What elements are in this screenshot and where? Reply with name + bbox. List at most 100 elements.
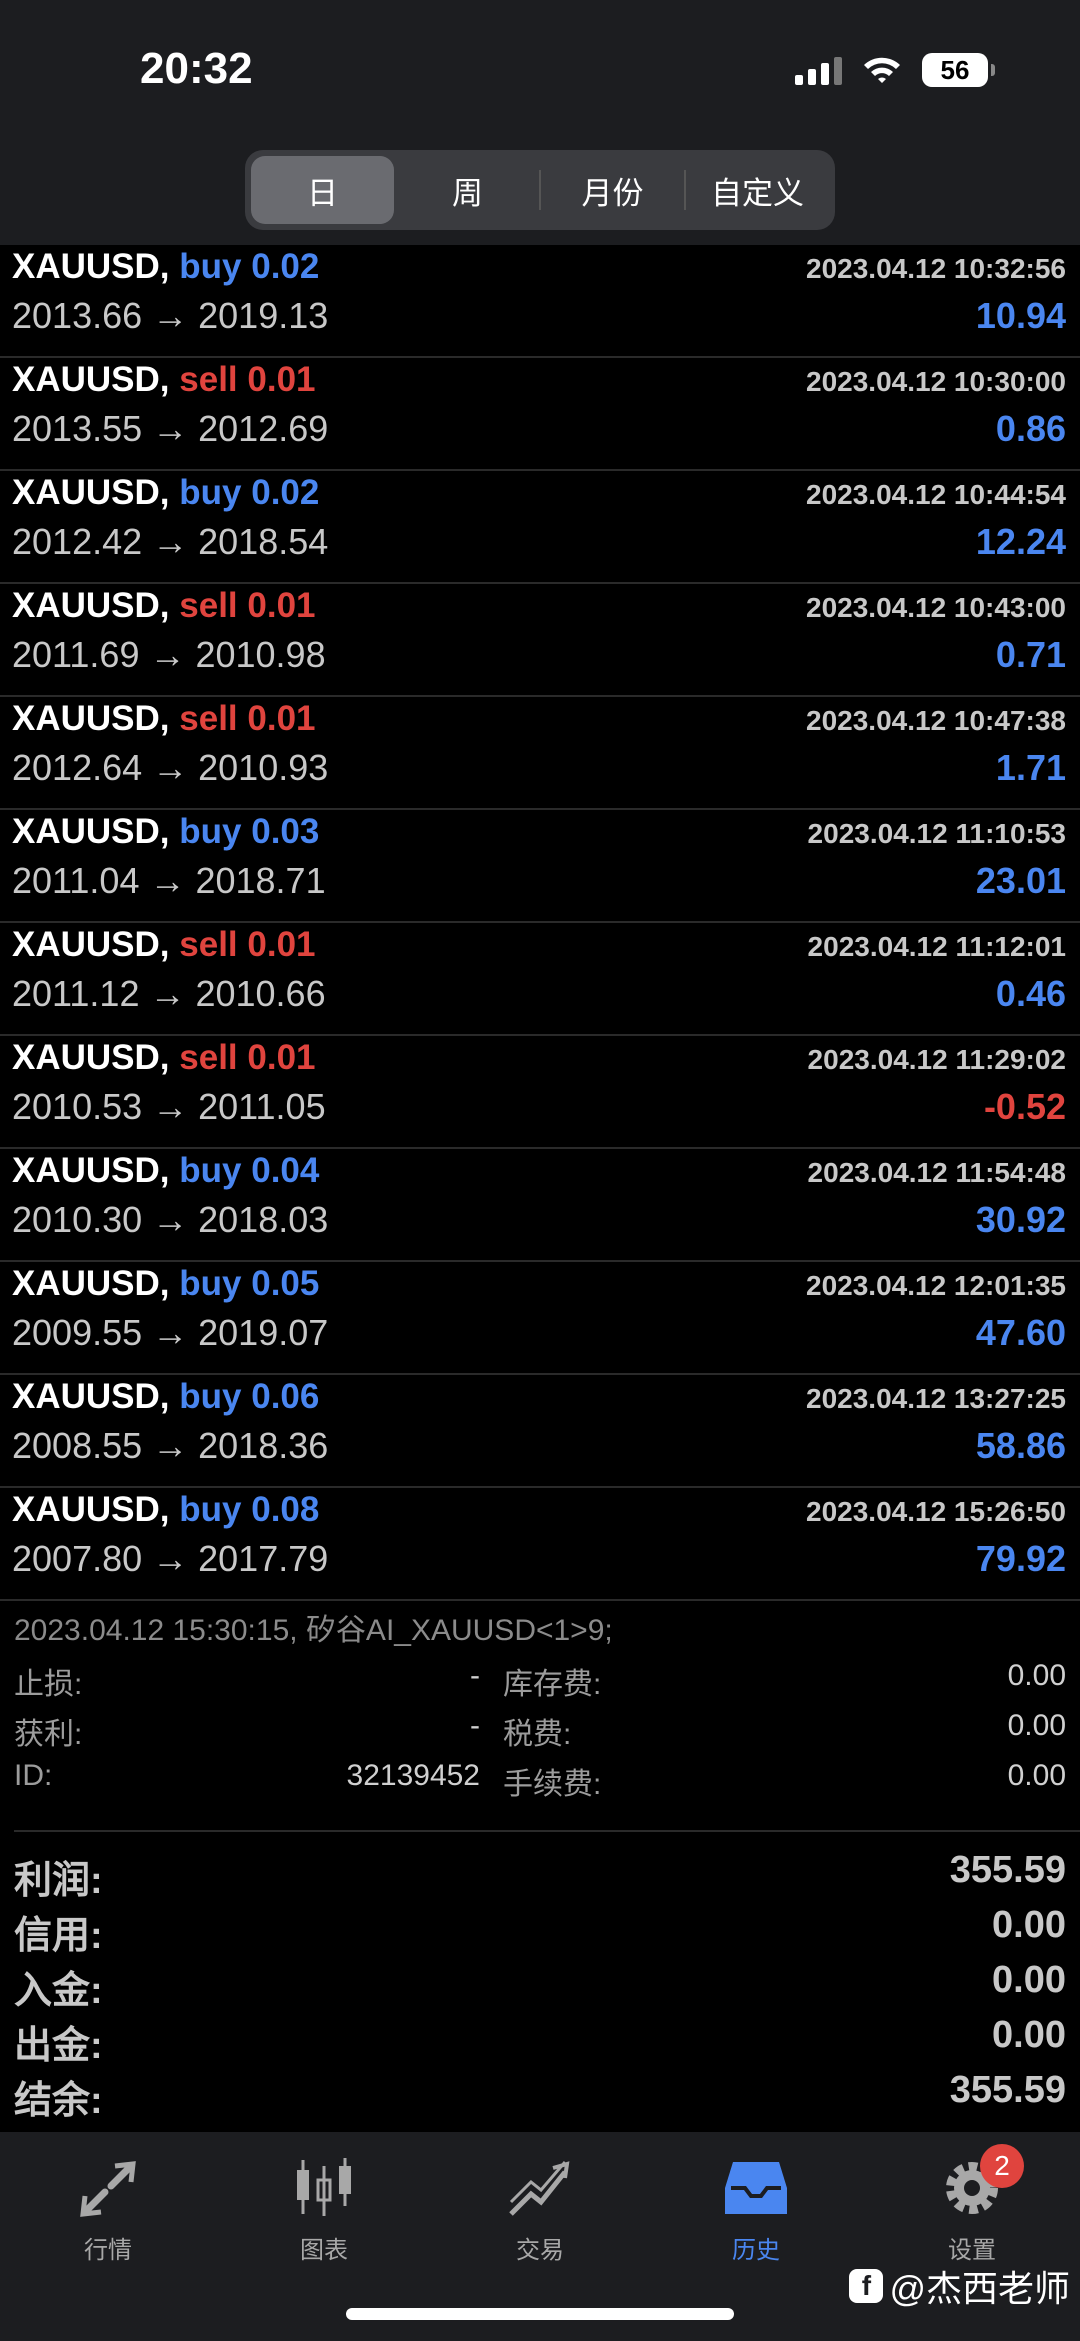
deal-volume: 0.04 <box>251 1151 320 1190</box>
deal-symbol: XAUUSD, <box>12 1151 170 1190</box>
deal-volume: 0.02 <box>251 247 320 286</box>
summary-label: 出金: <box>14 2025 103 2067</box>
deal-profit: 0.46 <box>995 973 1066 1014</box>
deal-prices: 2012.42 → 2018.54 <box>12 521 329 562</box>
deal-side: buy <box>179 473 242 512</box>
deal-prices: 2011.69 → 2010.98 <box>12 634 326 675</box>
deal-symbol: XAUUSD, <box>12 586 170 625</box>
summary-withdrawal: 出金: 0.00 <box>0 2010 1080 2067</box>
tab-chart[interactable]: 图表 <box>254 2150 394 2265</box>
deal-profit: 12.24 <box>975 521 1066 562</box>
deal-row[interactable]: XAUUSD, sell 0.01 2023.04.12 11:12:01 2011… <box>0 923 1080 1036</box>
summary-label: 入金: <box>14 1970 103 2012</box>
tab-history[interactable]: 历史 <box>686 2150 826 2265</box>
deal-volume: 0.08 <box>251 1490 320 1529</box>
account-summary: 利润: 355.59 信用: 0.00 入金: 0.00 出金: 0.00 结余: 355… <box>0 1845 1080 2122</box>
deal-row[interactable]: XAUUSD, sell 0.01 2023.04.12 10:43:00 2011… <box>0 584 1080 697</box>
deal-time: 2023.04.12 15:26:50 <box>806 1496 1066 1527</box>
deal-side: sell <box>179 586 238 625</box>
deal-title: XAUUSD, buy 0.02 <box>12 473 319 513</box>
tab-settings[interactable]: 2 设置 <box>902 2144 1042 2265</box>
history-inbox-icon <box>725 2162 787 2214</box>
summary-label: 信用: <box>14 1915 103 1957</box>
deal-profit: 0.71 <box>995 634 1066 675</box>
take-profit-label: 获利: <box>14 1718 83 1751</box>
deal-row[interactable]: XAUUSD, buy 0.08 2023.04.12 15:26:50 2007.… <box>0 1488 1080 1601</box>
tab-label: 交易 <box>516 2237 564 2264</box>
deal-row[interactable]: XAUUSD, sell 0.01 2023.04.12 11:29:02 2010… <box>0 1036 1080 1149</box>
deal-row[interactable]: XAUUSD, buy 0.02 2023.04.12 10:32:56 2013.… <box>0 245 1080 358</box>
deal-row[interactable]: XAUUSD, sell 0.01 2023.04.12 10:30:00 2013… <box>0 358 1080 471</box>
deal-side: sell <box>179 925 238 964</box>
deal-symbol: XAUUSD, <box>12 925 170 964</box>
chart-candles-icon <box>297 2158 351 2216</box>
segment-custom[interactable]: 自定义 <box>686 156 829 224</box>
deal-side: buy <box>179 812 242 851</box>
stop-loss-label: 止损: <box>14 1668 83 1701</box>
deal-symbol: XAUUSD, <box>12 360 170 399</box>
period-segmented-control: 日 周 月份 自定义 <box>245 150 835 230</box>
segment-week[interactable]: 周 <box>396 156 539 224</box>
deal-volume: 0.01 <box>247 699 316 738</box>
deal-prices: 2013.66 → 2019.13 <box>12 295 329 336</box>
deal-profit: 1.71 <box>995 747 1066 788</box>
segment-month[interactable]: 月份 <box>541 156 684 224</box>
tab-quotes[interactable]: 行情 <box>38 2150 178 2265</box>
deal-profit: 0.86 <box>995 408 1066 449</box>
battery-icon: 56 <box>922 53 995 87</box>
tab-label: 行情 <box>84 2237 132 2264</box>
top-header: 20:32 56 日 周 月份 自定义 <box>0 0 1080 245</box>
deal-row[interactable]: XAUUSD, buy 0.03 2023.04.12 11:10:53 2011.… <box>0 810 1080 923</box>
detail-row-id: ID: 32139452 手续费: 0.00 <box>0 1755 1080 1805</box>
deal-prices: 2010.30 → 2018.03 <box>12 1199 329 1240</box>
deal-title: XAUUSD, sell 0.01 <box>12 586 316 626</box>
deal-prices: 2007.80 → 2017.79 <box>12 1538 329 1579</box>
deal-symbol: XAUUSD, <box>12 699 170 738</box>
commission-label: 手续费: <box>503 1768 602 1801</box>
deal-volume: 0.06 <box>251 1377 320 1416</box>
summary-balance: 结余: 355.59 <box>0 2065 1080 2122</box>
segment-label: 月份 <box>581 175 644 211</box>
deal-prices: 2012.64 → 2010.93 <box>12 747 329 788</box>
summary-value: 0.00 <box>992 1959 1066 2001</box>
quotes-icon <box>80 2161 136 2217</box>
deal-profit: 23.01 <box>975 860 1066 901</box>
deal-row[interactable]: XAUUSD, buy 0.02 2023.04.12 10:44:54 2012.… <box>0 471 1080 584</box>
deal-profit: 30.92 <box>975 1199 1066 1240</box>
deal-row[interactable]: XAUUSD, buy 0.04 2023.04.12 11:54:48 2010.… <box>0 1149 1080 1262</box>
deal-time: 2023.04.12 12:01:35 <box>806 1270 1066 1301</box>
status-icons: 56 <box>795 50 995 90</box>
tab-label: 图表 <box>300 2237 348 2264</box>
deal-symbol: XAUUSD, <box>12 1490 170 1529</box>
deal-volume: 0.01 <box>247 1038 316 1077</box>
id-value: 32139452 <box>346 1759 480 1792</box>
deal-volume: 0.02 <box>251 473 320 512</box>
order-details: 止损: - 库存费: 0.00 获利: - 税费: 0.00 ID: 32139… <box>0 1655 1080 1805</box>
deal-title: XAUUSD, sell 0.01 <box>12 925 316 965</box>
summary-divider <box>14 1830 1080 1832</box>
deal-symbol: XAUUSD, <box>12 1038 170 1077</box>
tax-label: 税费: <box>503 1718 572 1751</box>
deal-volume: 0.05 <box>251 1264 320 1303</box>
segment-day[interactable]: 日 <box>251 156 394 224</box>
watermark-text: @杰西老师 <box>889 2268 1070 2309</box>
deal-time: 2023.04.12 13:27:25 <box>806 1383 1066 1414</box>
deal-row[interactable]: XAUUSD, sell 0.01 2023.04.12 10:47:38 2012… <box>0 697 1080 810</box>
deal-side: buy <box>179 1264 242 1303</box>
deal-volume: 0.01 <box>247 925 316 964</box>
wifi-icon <box>864 57 900 83</box>
summary-value: 0.00 <box>992 2014 1066 2056</box>
deal-prices: 2010.53 → 2011.05 <box>12 1086 326 1127</box>
deal-title: XAUUSD, buy 0.05 <box>12 1264 319 1304</box>
summary-deposit: 入金: 0.00 <box>0 1955 1080 2012</box>
deal-symbol: XAUUSD, <box>12 1264 170 1303</box>
deal-profit: -0.52 <box>983 1086 1066 1127</box>
home-indicator <box>346 2308 734 2320</box>
deal-row[interactable]: XAUUSD, buy 0.06 2023.04.12 13:27:25 2008.… <box>0 1375 1080 1488</box>
facebook-logo-icon: f <box>849 2269 884 2303</box>
commission-value: 0.00 <box>1007 1759 1066 1792</box>
deal-side: buy <box>179 1151 242 1190</box>
deal-title: XAUUSD, buy 0.02 <box>12 247 319 287</box>
deal-row[interactable]: XAUUSD, buy 0.05 2023.04.12 12:01:35 2009.… <box>0 1262 1080 1375</box>
tab-trade[interactable]: 交易 <box>470 2150 610 2265</box>
